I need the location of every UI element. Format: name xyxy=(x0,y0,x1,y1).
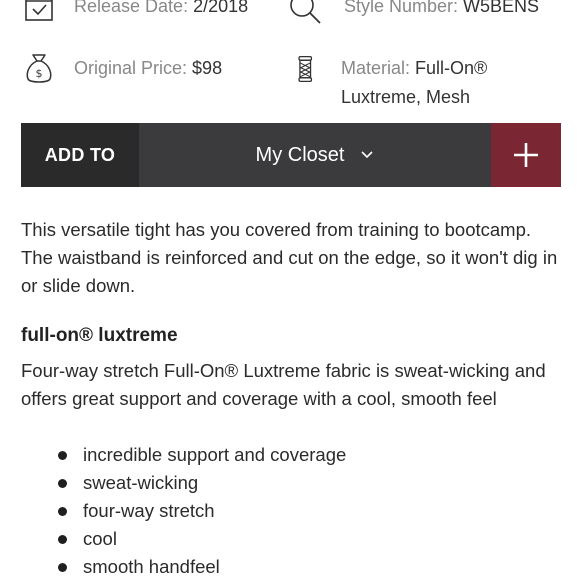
magnifier-icon xyxy=(290,0,321,24)
list-item: cool xyxy=(21,525,346,553)
feature-body: Four-way stretch Full-On® Luxtreme fabri… xyxy=(21,360,546,409)
bullet-text: sweat-wicking xyxy=(83,472,199,493)
fabric-spool-icon xyxy=(298,55,313,83)
release-date-value: 2/2018 xyxy=(193,0,249,16)
style-number-item: Style Number: W5BENS xyxy=(288,0,539,25)
bullet-dot xyxy=(58,479,67,488)
list-item: four-way stretch xyxy=(21,497,346,525)
release-date-label: Release Date: xyxy=(74,0,194,16)
bullet-text: four-way stretch xyxy=(83,500,215,521)
chevron-down-icon xyxy=(361,151,374,159)
add-to-bar: ADD TO My Closet xyxy=(21,123,561,187)
style-number-label: Style Number: xyxy=(344,0,464,16)
material-value-line1: Full-On® xyxy=(415,58,488,78)
material-item: Material: Full-On® Luxtreme, Mesh xyxy=(292,52,531,112)
feature-bullet-list: incredible support and coverage sweat-wi… xyxy=(21,441,346,581)
product-description: This versatile tight has you covered fro… xyxy=(21,219,558,296)
material-text: Material: Full-On® Luxtreme, Mesh xyxy=(341,54,531,112)
bullet-text: cool xyxy=(83,528,117,549)
style-number-value: W5BENS xyxy=(463,0,540,16)
material-label: Material: xyxy=(341,58,416,78)
original-price-item: $ Original Price: $98 xyxy=(22,52,222,86)
add-to-label: ADD TO xyxy=(21,123,139,187)
original-price-text: Original Price: $98 xyxy=(74,54,222,83)
calendar-icon xyxy=(25,0,53,21)
bullet-dot xyxy=(58,563,67,572)
release-date-text: Release Date: 2/2018 xyxy=(74,0,248,21)
list-item: smooth handfeel xyxy=(21,553,346,581)
plus-icon xyxy=(514,143,538,167)
release-date-item: Release Date: 2/2018 xyxy=(22,0,248,25)
svg-text:$: $ xyxy=(36,67,43,80)
original-price-label: Original Price: xyxy=(74,58,193,78)
feature-heading: full-on® luxtreme xyxy=(21,325,178,346)
list-item: sweat-wicking xyxy=(21,469,346,497)
product-info-grid: Release Date: 2/2018 Style Number: W5BEN… xyxy=(0,0,580,120)
bullet-text: incredible support and coverage xyxy=(83,444,347,465)
bullet-dot xyxy=(58,451,67,460)
closet-dropdown[interactable]: My Closet xyxy=(139,123,491,187)
bullet-text: smooth handfeel xyxy=(83,556,220,577)
material-value-line2: Luxtreme, Mesh xyxy=(341,87,471,107)
add-to-closet-button[interactable] xyxy=(491,123,561,187)
style-number-text: Style Number: W5BENS xyxy=(344,0,539,21)
money-bag-icon: $ xyxy=(26,54,52,83)
list-item: incredible support and coverage xyxy=(21,441,346,469)
closet-dropdown-value: My Closet xyxy=(255,143,345,166)
bullet-dot xyxy=(58,535,67,544)
bullet-dot xyxy=(58,507,67,516)
original-price-value: $98 xyxy=(192,58,223,78)
